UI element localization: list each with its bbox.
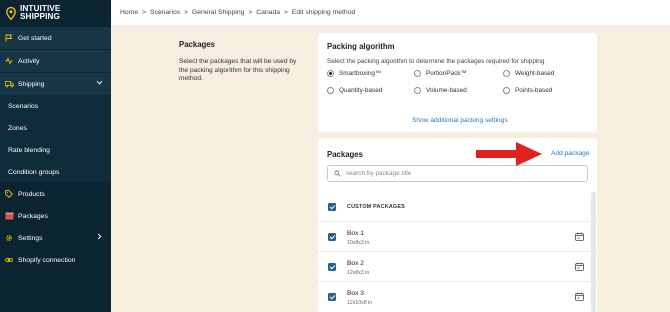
package-dimensions: 10x8x3 in (347, 240, 370, 246)
flag-icon (4, 33, 14, 43)
package-name: Box 3 (347, 290, 364, 297)
breadcrumb-home[interactable]: Home (120, 9, 138, 16)
row-checkbox[interactable] (328, 293, 336, 301)
section-description: Select the packages that will be used by… (179, 58, 297, 83)
radio-label: Smartboxing™ (339, 70, 382, 77)
radio-selected-indicator (327, 70, 334, 77)
package-name: Box 1 (347, 230, 364, 237)
breadcrumb-separator: > (248, 9, 253, 16)
arrow-annotation-icon (476, 142, 542, 166)
package-search-input[interactable]: search by package title (327, 165, 588, 182)
package-name: Box 2 (347, 260, 364, 267)
packing-algorithm-subtitle: Select the packing algorithm to determin… (327, 58, 547, 65)
sidebar-item-products[interactable]: Products (0, 183, 111, 205)
tag-icon (4, 189, 14, 199)
breadcrumb-current: Edit shipping method (291, 9, 356, 16)
packing-algorithm-card: Packing algorithm Select the packing alg… (318, 33, 597, 132)
breadcrumb-canada[interactable]: Canada (256, 9, 280, 16)
box-icon[interactable] (575, 232, 584, 241)
search-icon (334, 170, 341, 177)
sidebar-item-label: Condition groups (8, 168, 60, 176)
breadcrumb-general-shipping[interactable]: General Shipping (192, 9, 245, 16)
packages-card-title: Packages (327, 150, 363, 159)
header: Home > Scenarios > General Shipping > Ca… (111, 0, 670, 27)
add-package-link[interactable]: Add package (551, 150, 590, 157)
sidebar: INTUITIVE SHIPPING Get started Activity … (0, 0, 111, 312)
sidebar-item-label: Get started (18, 34, 52, 42)
box-icon[interactable] (575, 262, 584, 271)
custom-packages-header: CUSTOM PACKAGES (318, 198, 597, 220)
breadcrumb-separator: > (142, 9, 147, 16)
table-row[interactable]: Box 2 12x8x3 in (318, 251, 597, 281)
brand-logo[interactable]: INTUITIVE SHIPPING (0, 0, 111, 26)
truck-icon (4, 79, 14, 89)
sidebar-item-label: Scenarios (8, 102, 39, 110)
radio-weight-based[interactable]: Weight-based (503, 70, 554, 77)
scrollbar[interactable] (591, 192, 596, 312)
breadcrumb-separator: > (283, 9, 288, 16)
location-pin-icon (6, 6, 16, 20)
radio-label: Points-based (515, 87, 553, 94)
sidebar-item-label: Zones (8, 124, 27, 132)
radio-smartboxing[interactable]: Smartboxing™ (327, 70, 381, 77)
table-row[interactable]: Box 1 10x8x3 in (318, 221, 597, 251)
chevron-right-icon (97, 233, 102, 240)
sidebar-item-label: Settings (18, 234, 43, 242)
table-row[interactable]: Box 3 12x10x8 in (318, 281, 597, 311)
box-icon[interactable] (575, 292, 584, 301)
package-icon (4, 211, 14, 221)
sidebar-item-label: Products (18, 190, 45, 198)
sidebar-item-get-started[interactable]: Get started (0, 27, 111, 49)
radio-quantity-based[interactable]: Quantity-based (327, 87, 382, 94)
sidebar-item-label: Packages (18, 212, 48, 220)
radio-portionpack[interactable]: PortionPack™ (414, 70, 467, 77)
sidebar-item-activity[interactable]: Activity (0, 50, 111, 72)
breadcrumb: Home > Scenarios > General Shipping > Ca… (120, 9, 355, 16)
sidebar-item-label: Shopify connection (18, 256, 76, 264)
sidebar-item-packages[interactable]: Packages (0, 205, 111, 227)
show-additional-settings-link[interactable]: Show additional packing settings (412, 117, 508, 124)
radio-label: Quantity-based (339, 87, 383, 94)
sidebar-item-rate-blending[interactable]: Rate blending (0, 139, 111, 161)
sidebar-item-label: Rate blending (8, 146, 50, 154)
radio-indicator (414, 70, 421, 77)
radio-indicator (503, 70, 510, 77)
package-dimensions: 12x8x3 in (347, 270, 370, 276)
select-all-checkbox[interactable] (328, 203, 336, 211)
gear-icon (4, 233, 14, 243)
row-checkbox[interactable] (328, 233, 336, 241)
breadcrumb-scenarios[interactable]: Scenarios (150, 9, 180, 16)
sidebar-item-scenarios[interactable]: Scenarios (0, 95, 111, 117)
search-placeholder: search by package title (346, 170, 412, 177)
packing-algorithm-title: Packing algorithm (327, 42, 395, 51)
radio-indicator (414, 87, 421, 94)
sidebar-item-settings[interactable]: Settings (0, 227, 111, 249)
sidebar-item-label: Shipping (18, 80, 45, 88)
radio-indicator (503, 87, 510, 94)
activity-icon (4, 56, 14, 66)
brand-name: INTUITIVE SHIPPING (20, 4, 60, 22)
section-title: Packages (179, 40, 215, 49)
link-icon (4, 255, 14, 265)
radio-points-based[interactable]: Points-based (503, 87, 552, 94)
chevron-down-icon (96, 80, 103, 85)
sidebar-item-shopify-connection[interactable]: Shopify connection (0, 249, 111, 271)
custom-packages-label: CUSTOM PACKAGES (347, 204, 405, 210)
breadcrumb-separator: > (184, 9, 189, 16)
radio-volume-based[interactable]: Volume-based (414, 87, 467, 94)
sidebar-item-shipping[interactable]: Shipping (0, 73, 111, 95)
radio-indicator (327, 87, 334, 94)
sidebar-item-condition-groups[interactable]: Condition groups (0, 161, 111, 183)
radio-label: PortionPack™ (426, 70, 467, 77)
sidebar-item-zones[interactable]: Zones (0, 117, 111, 139)
package-dimensions: 12x10x8 in (347, 300, 373, 306)
radio-label: Weight-based (515, 70, 555, 77)
brand-line-2: SHIPPING (20, 12, 60, 21)
row-checkbox[interactable] (328, 263, 336, 271)
sidebar-item-label: Activity (18, 57, 40, 65)
packages-card: Packages Add package search by package t… (318, 138, 597, 312)
radio-label: Volume-based (426, 87, 467, 94)
